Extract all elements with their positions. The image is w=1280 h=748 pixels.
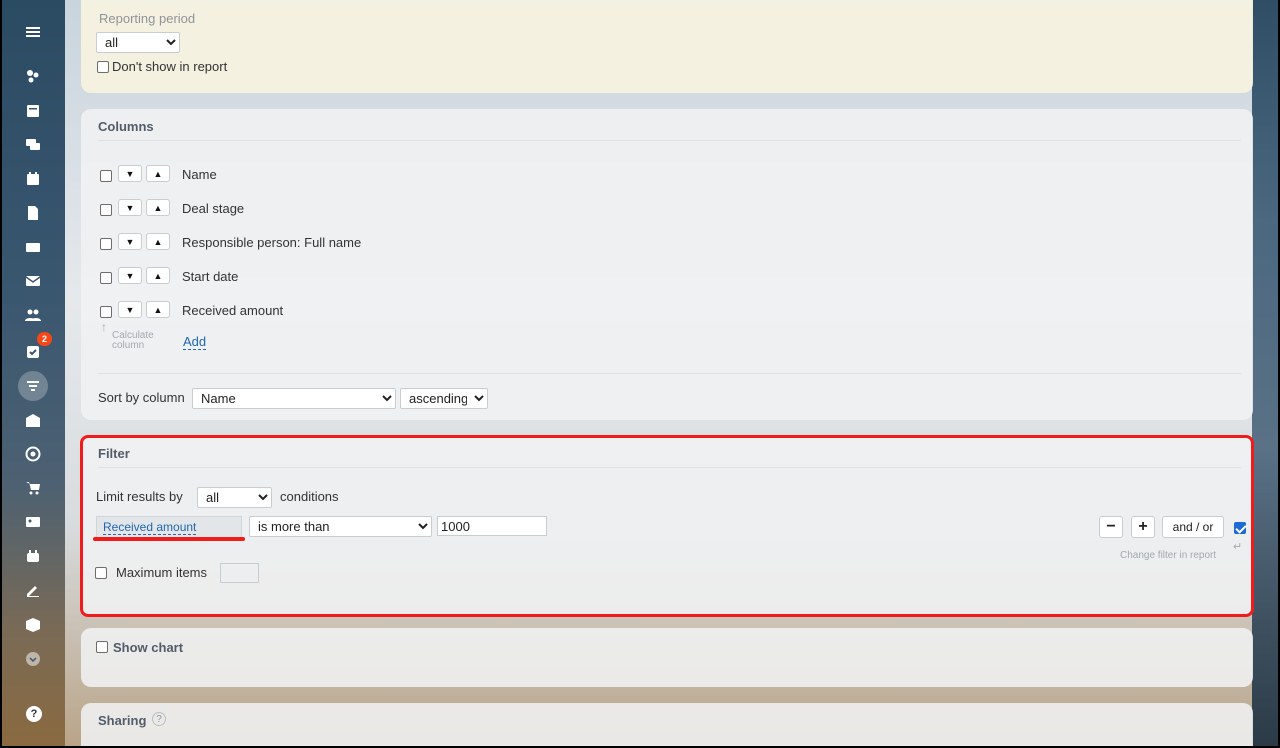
more-icon[interactable]: [19, 645, 47, 673]
contact-center-icon[interactable]: [19, 508, 47, 536]
show-chart-card: Show chart: [81, 628, 1253, 687]
move-up-button[interactable]: ▲: [146, 301, 170, 318]
calculate-column-hint: Calculate column: [112, 330, 154, 351]
company-icon[interactable]: [19, 406, 47, 434]
show-chart-checkbox[interactable]: [96, 641, 108, 653]
column-checkbox[interactable]: [100, 170, 112, 182]
filter-highlight-frame: [80, 435, 1254, 617]
move-up-button[interactable]: ▲: [146, 199, 170, 216]
show-chart-label: Show chart: [113, 640, 184, 655]
divider: [98, 373, 1241, 374]
move-up-button[interactable]: ▲: [146, 165, 170, 182]
divider: [98, 140, 1241, 141]
mail-icon[interactable]: [19, 267, 47, 295]
add-column-link[interactable]: Add: [183, 334, 207, 350]
tasks-icon[interactable]: 2: [19, 332, 52, 366]
columns-card: Columns ▼ ▲ Name ▼ ▲ Deal stage ▼ ▲ Resp…: [81, 109, 1253, 420]
sharing-help-icon[interactable]: ?: [152, 712, 166, 726]
move-down-button[interactable]: ▼: [118, 233, 142, 250]
calc-arrow-icon: ↑: [101, 320, 107, 334]
help-icon[interactable]: ?: [26, 706, 42, 722]
columns-title: Columns: [98, 119, 154, 134]
sort-column-select[interactable]: Name: [192, 388, 396, 409]
robot-icon[interactable]: [19, 542, 47, 570]
reporting-period-card: Reporting period all Don't show in repor…: [81, 0, 1253, 93]
reporting-period-label: Reporting period: [99, 11, 196, 26]
column-name: Received amount: [182, 303, 284, 318]
move-up-button[interactable]: ▲: [146, 233, 170, 250]
column-name: Start date: [182, 269, 239, 284]
move-down-button[interactable]: ▼: [118, 301, 142, 318]
field-highlight-underline: [93, 537, 245, 541]
column-checkbox[interactable]: [100, 238, 112, 250]
sort-by-label: Sort by column: [98, 390, 185, 405]
crm-icon[interactable]: [18, 371, 48, 401]
documents-icon[interactable]: [19, 199, 47, 227]
target-icon[interactable]: [19, 440, 47, 468]
chat-icon[interactable]: [19, 131, 47, 159]
sharing-card: Sharing ?: [81, 703, 1253, 746]
column-checkbox[interactable]: [100, 272, 112, 284]
box-icon[interactable]: [19, 611, 47, 639]
move-down-button[interactable]: ▼: [118, 165, 142, 182]
move-down-button[interactable]: ▼: [118, 267, 142, 284]
dont-show-label: Don't show in report: [112, 59, 228, 74]
move-up-button[interactable]: ▲: [146, 267, 170, 284]
column-checkbox[interactable]: [100, 204, 112, 216]
app-frame: 2 ? Reporting period all Don't show in r…: [2, 0, 1278, 746]
move-down-button[interactable]: ▼: [118, 199, 142, 216]
column-name: Responsible person: Full name: [182, 235, 362, 250]
drive-icon[interactable]: [19, 233, 47, 261]
calendar-icon[interactable]: [19, 165, 47, 193]
main-content: Reporting period all Don't show in repor…: [65, 0, 1278, 746]
feed-icon[interactable]: [19, 97, 47, 125]
column-name: Deal stage: [182, 201, 245, 216]
left-sidebar: 2 ?: [2, 0, 65, 746]
tasks-badge: 2: [37, 332, 52, 346]
column-checkbox[interactable]: [100, 306, 112, 318]
sign-icon[interactable]: [19, 576, 47, 604]
sharing-title: Sharing: [98, 713, 147, 728]
desktop-background: [1252, 0, 1278, 746]
groups-icon[interactable]: [19, 301, 47, 329]
reporting-period-select[interactable]: all: [96, 32, 180, 53]
menu-icon[interactable]: [19, 18, 47, 46]
widgets-icon[interactable]: [19, 62, 47, 90]
shop-icon[interactable]: [19, 474, 47, 502]
dont-show-checkbox[interactable]: [97, 61, 109, 73]
column-name: Name: [182, 167, 217, 182]
sort-order-select[interactable]: ascending: [400, 388, 488, 409]
